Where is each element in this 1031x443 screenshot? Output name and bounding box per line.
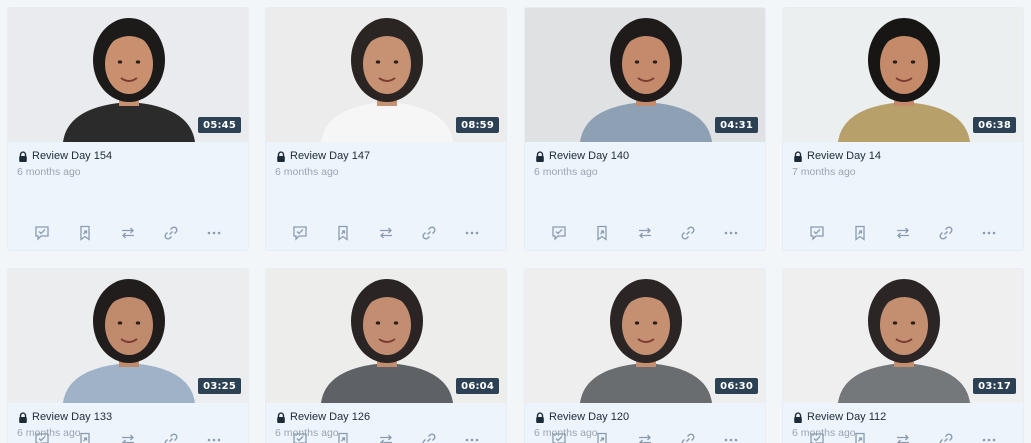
video-actions (266, 223, 506, 243)
video-card[interactable]: 06:04 Review Day 126 6 months ago (265, 268, 507, 443)
more-icon[interactable] (721, 223, 741, 243)
comment-check-icon[interactable] (549, 430, 569, 443)
video-age: 7 months ago (792, 166, 856, 178)
bookmark-share-icon[interactable] (75, 430, 95, 443)
video-actions (783, 430, 1023, 443)
video-thumbnail[interactable]: 04:31 (525, 8, 765, 142)
duration-badge: 06:30 (715, 378, 758, 394)
duration-badge: 08:59 (456, 117, 499, 133)
video-thumbnail[interactable]: 06:38 (783, 8, 1023, 142)
comment-check-icon[interactable] (32, 430, 52, 443)
link-icon[interactable] (419, 223, 439, 243)
video-thumbnail[interactable]: 06:30 (525, 269, 765, 403)
swap-icon[interactable] (635, 223, 655, 243)
link-icon[interactable] (419, 430, 439, 443)
video-card[interactable]: 06:38 Review Day 14 7 months ago (782, 7, 1024, 251)
bookmark-share-icon[interactable] (592, 223, 612, 243)
video-title[interactable]: Review Day 112 (807, 411, 886, 423)
swap-icon[interactable] (376, 430, 396, 443)
lock-icon (534, 411, 546, 423)
video-age: 6 months ago (17, 166, 81, 178)
video-thumbnail[interactable]: 03:17 (783, 269, 1023, 403)
swap-icon[interactable] (376, 223, 396, 243)
lock-icon (792, 411, 804, 423)
video-card[interactable]: 04:31 Review Day 140 6 months ago (524, 7, 766, 251)
video-actions (525, 223, 765, 243)
bookmark-share-icon[interactable] (75, 223, 95, 243)
video-title[interactable]: Review Day 133 (32, 411, 112, 423)
video-card[interactable]: 05:45 Review Day 154 6 months ago (7, 7, 249, 251)
video-actions (783, 223, 1023, 243)
video-thumbnail[interactable]: 03:25 (8, 269, 248, 403)
lock-icon (17, 411, 29, 423)
duration-badge: 05:45 (198, 117, 241, 133)
more-icon[interactable] (721, 430, 741, 443)
swap-icon[interactable] (118, 430, 138, 443)
link-icon[interactable] (678, 430, 698, 443)
duration-badge: 03:17 (973, 378, 1016, 394)
link-icon[interactable] (936, 430, 956, 443)
video-grid: 05:45 Review Day 154 6 months ago 08:59 (0, 0, 1031, 443)
lock-icon (275, 411, 287, 423)
more-icon[interactable] (204, 223, 224, 243)
comment-check-icon[interactable] (807, 223, 827, 243)
more-icon[interactable] (979, 223, 999, 243)
video-thumbnail[interactable]: 06:04 (266, 269, 506, 403)
lock-icon (792, 150, 804, 162)
more-icon[interactable] (204, 430, 224, 443)
link-icon[interactable] (936, 223, 956, 243)
video-actions (8, 223, 248, 243)
lock-icon (275, 150, 287, 162)
bookmark-share-icon[interactable] (850, 430, 870, 443)
video-card[interactable]: 03:17 Review Day 112 6 months ago (782, 268, 1024, 443)
more-icon[interactable] (462, 223, 482, 243)
bookmark-share-icon[interactable] (333, 430, 353, 443)
video-title[interactable]: Review Day 147 (290, 150, 370, 162)
video-actions (266, 430, 506, 443)
video-card[interactable]: 08:59 Review Day 147 6 months ago (265, 7, 507, 251)
swap-icon[interactable] (118, 223, 138, 243)
more-icon[interactable] (979, 430, 999, 443)
swap-icon[interactable] (893, 223, 913, 243)
comment-check-icon[interactable] (290, 430, 310, 443)
swap-icon[interactable] (635, 430, 655, 443)
duration-badge: 04:31 (715, 117, 758, 133)
bookmark-share-icon[interactable] (592, 430, 612, 443)
video-card[interactable]: 06:30 Review Day 120 6 months ago (524, 268, 766, 443)
link-icon[interactable] (161, 223, 181, 243)
video-thumbnail[interactable]: 05:45 (8, 8, 248, 142)
video-age: 6 months ago (534, 166, 598, 178)
video-card[interactable]: 03:25 Review Day 133 6 months ago (7, 268, 249, 443)
link-icon[interactable] (678, 223, 698, 243)
video-title[interactable]: Review Day 140 (549, 150, 629, 162)
lock-icon (534, 150, 546, 162)
video-title[interactable]: Review Day 14 (807, 150, 881, 162)
swap-icon[interactable] (893, 430, 913, 443)
video-title[interactable]: Review Day 126 (290, 411, 370, 423)
video-thumbnail[interactable]: 08:59 (266, 8, 506, 142)
video-title[interactable]: Review Day 120 (549, 411, 629, 423)
duration-badge: 06:04 (456, 378, 499, 394)
duration-badge: 03:25 (198, 378, 241, 394)
comment-check-icon[interactable] (549, 223, 569, 243)
comment-check-icon[interactable] (32, 223, 52, 243)
link-icon[interactable] (161, 430, 181, 443)
bookmark-share-icon[interactable] (333, 223, 353, 243)
video-actions (525, 430, 765, 443)
duration-badge: 06:38 (973, 117, 1016, 133)
lock-icon (17, 150, 29, 162)
comment-check-icon[interactable] (807, 430, 827, 443)
bookmark-share-icon[interactable] (850, 223, 870, 243)
video-age: 6 months ago (275, 166, 339, 178)
video-actions (8, 430, 248, 443)
comment-check-icon[interactable] (290, 223, 310, 243)
more-icon[interactable] (462, 430, 482, 443)
video-title[interactable]: Review Day 154 (32, 150, 112, 162)
